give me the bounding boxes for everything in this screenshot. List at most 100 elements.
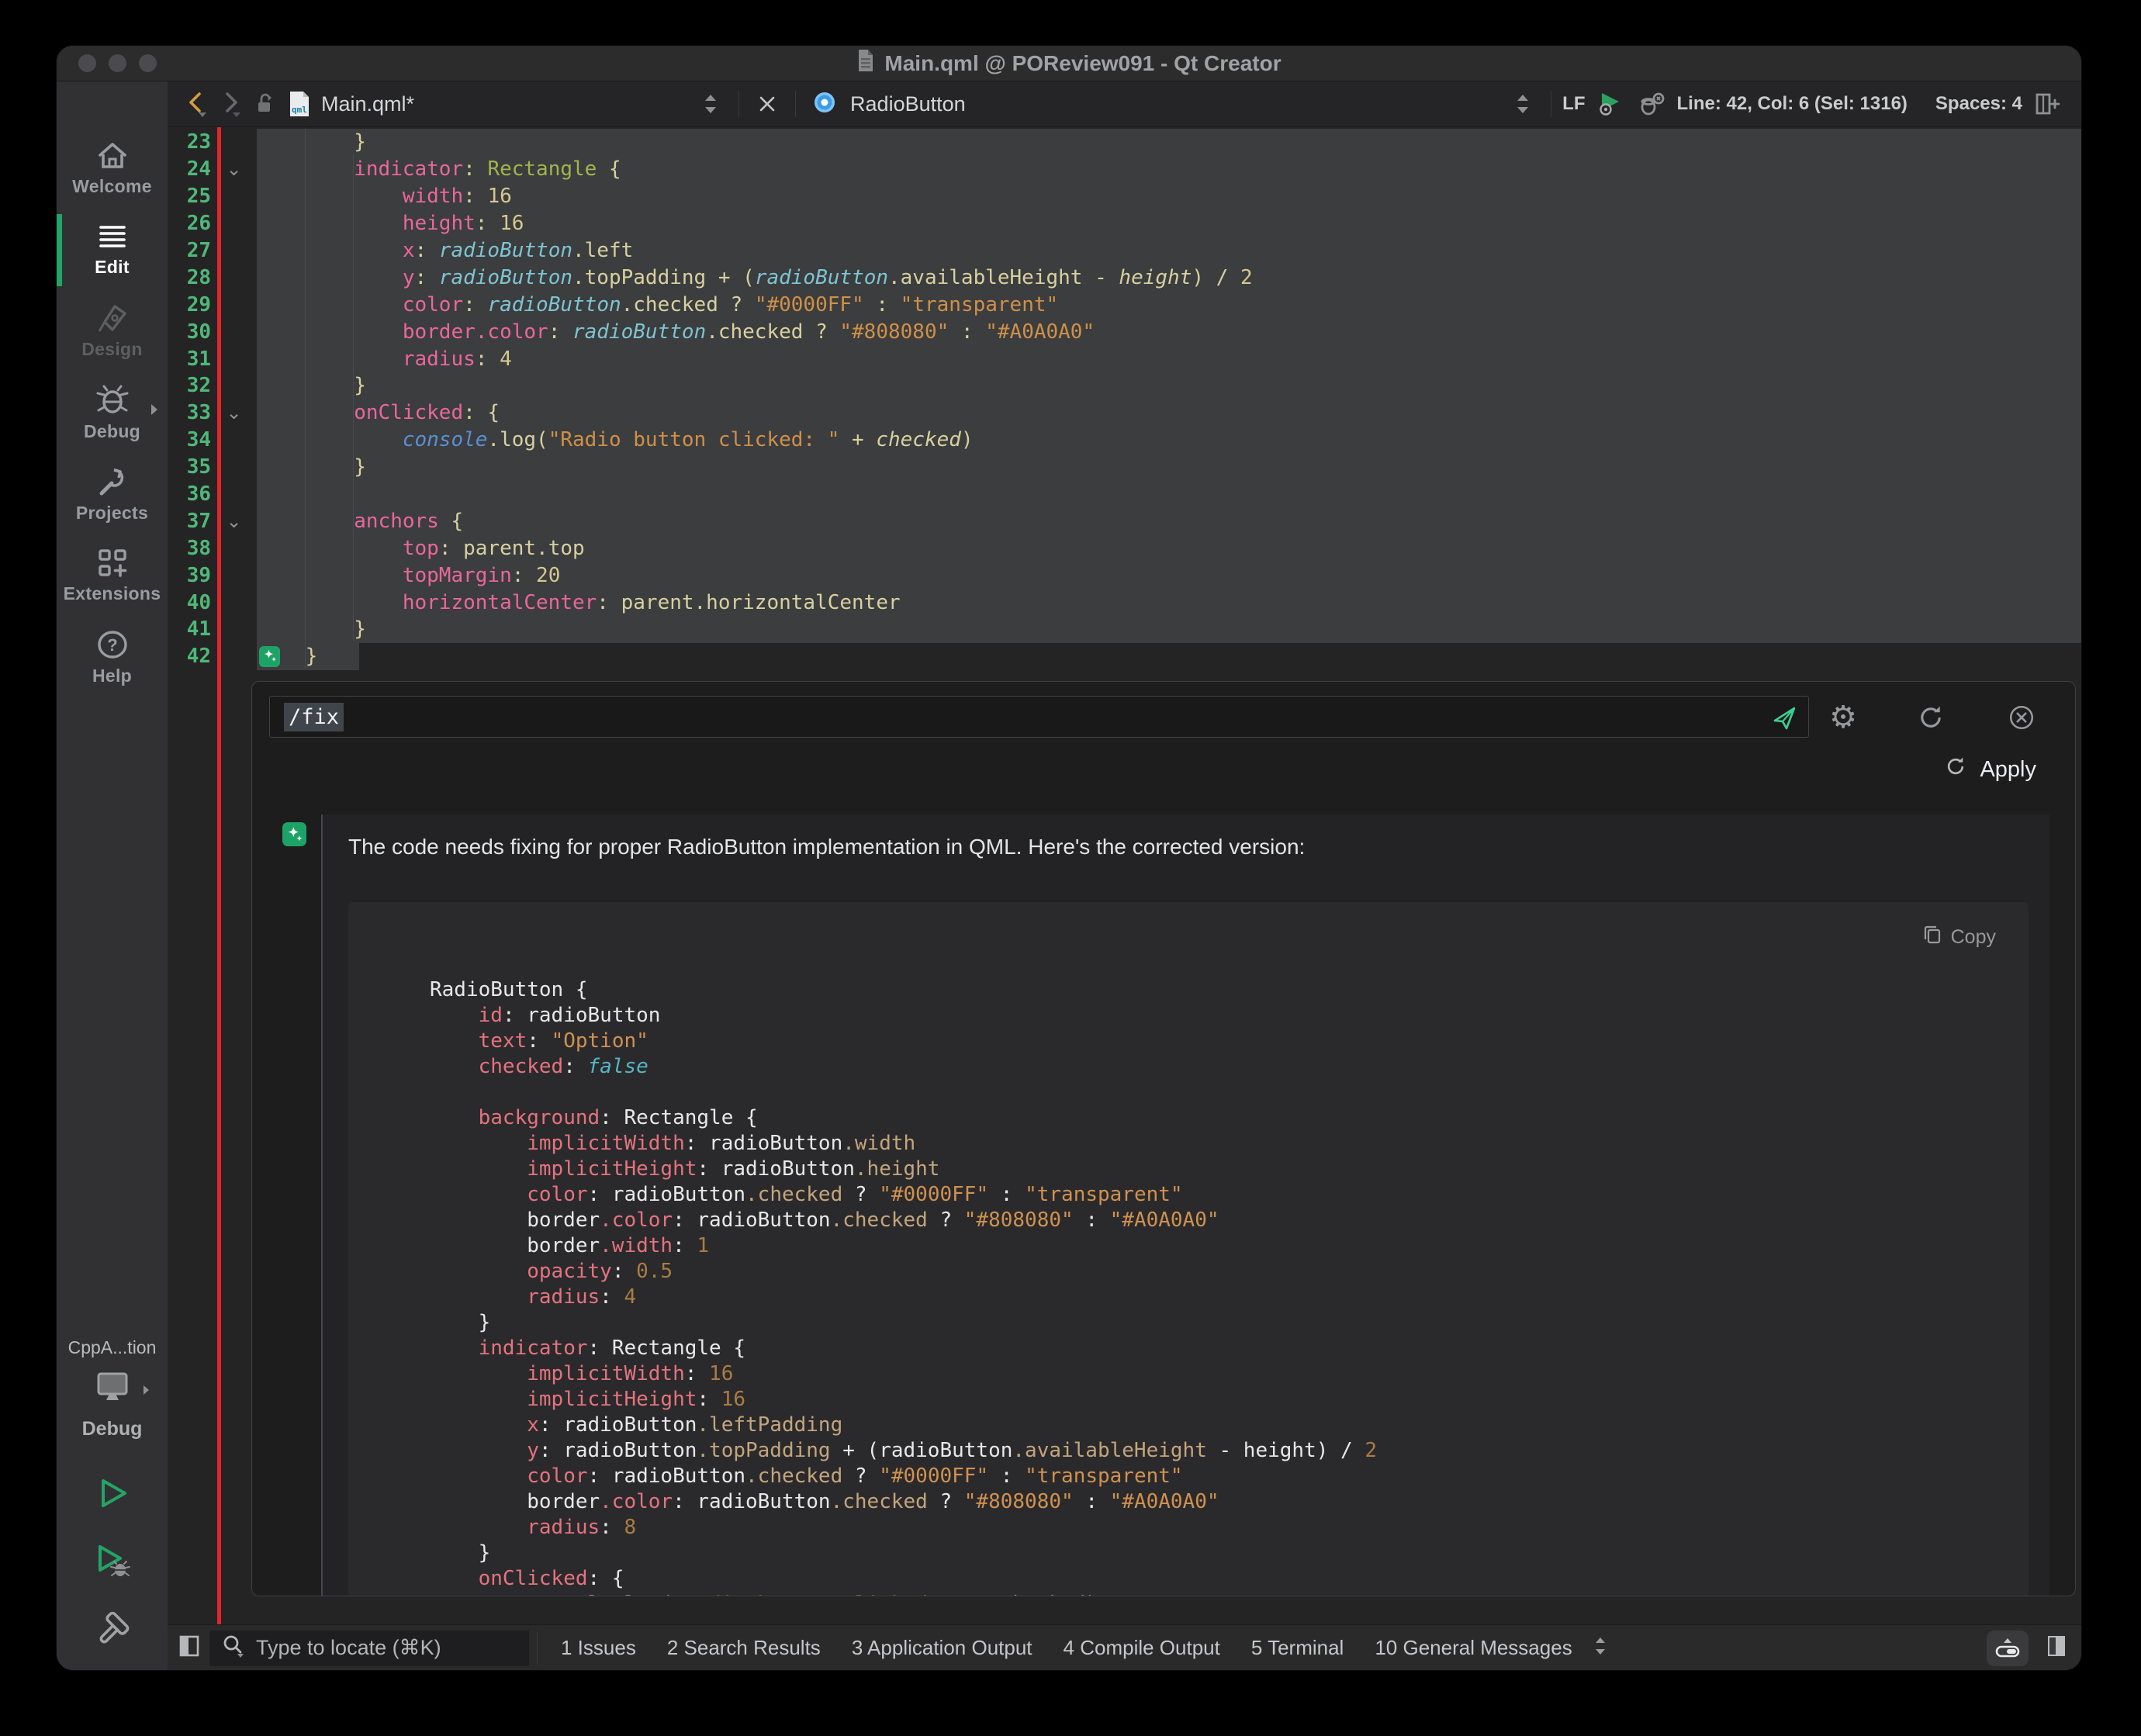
line-number[interactable]: 26 <box>168 212 211 235</box>
sort-arrows-icon[interactable] <box>1506 87 1540 121</box>
assistant-code-line: y: radioButton.topPadding + (radioButton… <box>430 1437 1377 1463</box>
fold-marker-icon[interactable]: ⌄ <box>211 402 257 424</box>
cursor-position-indicator[interactable]: Line: 42, Col: 6 (Sel: 1316) <box>1677 93 1908 115</box>
line-number[interactable]: 41 <box>168 617 211 641</box>
editor-line-35[interactable]: 35 } <box>168 454 2081 481</box>
ai-sparkle-icon <box>282 822 306 846</box>
sidebar-item-debug[interactable]: Debug <box>57 372 168 454</box>
close-circle-icon[interactable] <box>2004 700 2039 735</box>
sidebar-item-label: Edit <box>95 257 130 278</box>
editor-line-36[interactable]: 36 <box>168 481 2081 508</box>
sidebar-item-help[interactable]: ? Help <box>57 617 168 698</box>
back-button[interactable] <box>180 87 214 121</box>
split-editor-icon[interactable] <box>2030 87 2064 121</box>
editor-line-27[interactable]: 27 x: radioButton.left <box>168 237 2081 265</box>
lock-icon[interactable] <box>248 87 282 121</box>
left-panel-toggle-icon[interactable] <box>178 1634 200 1662</box>
refresh-icon[interactable] <box>1914 700 1948 735</box>
editor-line-40[interactable]: 40 horizontalCenter: parent.horizontalCe… <box>168 589 2081 616</box>
live-preview-icon[interactable] <box>1593 87 1627 121</box>
editor-line-34[interactable]: 34 console.log("Radio button clicked: " … <box>168 427 2081 454</box>
fold-marker-icon[interactable]: ⌄ <box>211 158 257 180</box>
editor-line-39[interactable]: 39 topMargin: 20 <box>168 562 2081 589</box>
file-tab[interactable]: Main.qml* <box>321 92 414 116</box>
fold-marker-icon[interactable]: ⌄ <box>211 510 257 532</box>
line-number[interactable]: 31 <box>168 348 211 371</box>
line-number[interactable]: 33 <box>168 401 211 424</box>
line-number[interactable]: 42 <box>168 645 211 668</box>
minimize-traffic-light[interactable] <box>109 54 126 72</box>
build-button[interactable] <box>93 1611 132 1654</box>
zoom-traffic-light[interactable] <box>139 54 157 72</box>
output-pane-button-4[interactable]: 4 Compile Output <box>1048 1636 1236 1660</box>
sidebar-item-projects[interactable]: Projects <box>57 454 168 535</box>
settings-gear-icon[interactable]: ⚙ <box>1826 700 1860 735</box>
output-pane-button-5[interactable]: 5 Terminal <box>1236 1636 1359 1660</box>
editor-line-41[interactable]: 41 } <box>168 616 2081 643</box>
tab-list-icon[interactable] <box>693 87 728 121</box>
locator-input[interactable]: Type to locate (⌘K) <box>209 1631 529 1666</box>
line-number[interactable]: 32 <box>168 374 211 397</box>
editor-line-25[interactable]: 25 width: 16 <box>168 183 2081 210</box>
line-number[interactable]: 40 <box>168 591 211 614</box>
editor-line-32[interactable]: 32 } <box>168 372 2081 399</box>
line-number[interactable]: 36 <box>168 482 211 506</box>
line-ending-indicator[interactable]: LF <box>1562 93 1585 115</box>
editor-line-28[interactable]: 28 y: radioButton.topPadding + (radioBut… <box>168 264 2081 291</box>
line-number[interactable]: 29 <box>168 293 211 316</box>
kit-selector-button[interactable] <box>94 1371 131 1409</box>
line-number[interactable]: 28 <box>168 266 211 289</box>
editor-line-23[interactable]: 23 } <box>168 129 2081 156</box>
line-number[interactable]: 25 <box>168 185 211 208</box>
line-number[interactable]: 39 <box>168 564 211 587</box>
line-number[interactable]: 23 <box>168 130 211 154</box>
right-panel-toggle-icon[interactable] <box>2046 1634 2067 1662</box>
output-pane-button-6[interactable]: 10 General Messages <box>1359 1636 1587 1660</box>
line-number[interactable]: 37 <box>168 510 211 533</box>
line-number[interactable]: 24 <box>168 157 211 181</box>
sidebar-item-welcome[interactable]: Welcome <box>57 128 168 209</box>
pane-arrows-icon[interactable] <box>1593 1634 1608 1662</box>
build-progress-button[interactable] <box>1987 1631 2029 1666</box>
sidebar-item-label: Debug <box>84 421 140 442</box>
editor-line-31[interactable]: 31 radius: 4 <box>168 345 2081 372</box>
apply-button[interactable]: Apply <box>1944 755 2036 784</box>
chevron-right-icon[interactable] <box>149 402 160 417</box>
close-traffic-light[interactable] <box>78 54 96 72</box>
output-pane-button-3[interactable]: 3 Application Output <box>836 1636 1048 1660</box>
editor-line-24[interactable]: 24⌄ indicator: Rectangle { <box>168 156 2081 183</box>
debug-run-button[interactable] <box>92 1542 133 1585</box>
output-pane-button-1[interactable]: 1 Issues <box>545 1636 652 1660</box>
editor-line-26[interactable]: 26 height: 16 <box>168 210 2081 237</box>
forward-button[interactable] <box>214 87 248 121</box>
ai-prompt-input[interactable]: /fix <box>269 696 1809 738</box>
sidebar-item-edit[interactable]: Edit <box>57 209 168 291</box>
editor-line-33[interactable]: 33⌄ onClicked: { <box>168 399 2081 427</box>
assistant-code-line: radius: 8 <box>430 1514 1377 1540</box>
sidebar-item-design[interactable]: Design <box>57 291 168 372</box>
editor-line-37[interactable]: 37⌄ anchors { <box>168 507 2081 534</box>
editor-line-29[interactable]: 29 color: radioButton.checked ? "#0000FF… <box>168 291 2081 318</box>
editor-line-38[interactable]: 38 top: parent.top <box>168 534 2081 562</box>
run-button[interactable] <box>94 1475 131 1516</box>
title-bar[interactable]: Main.qml @ POReview091 - Qt Creator <box>57 46 2081 81</box>
line-number[interactable]: 30 <box>168 320 211 344</box>
indent-indicator[interactable]: Spaces: 4 <box>1935 93 2022 115</box>
output-pane-button-2[interactable]: 2 Search Results <box>652 1636 836 1660</box>
language-client-icon[interactable] <box>1635 87 1669 121</box>
line-number[interactable]: 38 <box>168 537 211 560</box>
copy-button[interactable]: Copy <box>1921 924 1996 951</box>
send-icon[interactable] <box>1771 705 1797 735</box>
ai-sparkle-icon[interactable] <box>259 646 280 667</box>
line-number[interactable]: 35 <box>168 455 211 479</box>
code-editor[interactable]: 23 }24⌄ indicator: Rectangle {25 width: … <box>168 127 2081 1624</box>
line-number[interactable]: 34 <box>168 428 211 451</box>
chevron-right-icon[interactable] <box>141 1383 151 1401</box>
symbol-selector[interactable]: RadioButton <box>813 91 966 118</box>
close-document-button[interactable] <box>750 87 784 121</box>
editor-line-42[interactable]: 42 } <box>168 643 2081 670</box>
editor-line-30[interactable]: 30 border.color: radioButton.checked ? "… <box>168 318 2081 345</box>
sidebar-item-extensions[interactable]: Extensions <box>57 535 168 617</box>
assistant-code-line: } <box>430 1309 1377 1335</box>
line-number[interactable]: 27 <box>168 239 211 262</box>
